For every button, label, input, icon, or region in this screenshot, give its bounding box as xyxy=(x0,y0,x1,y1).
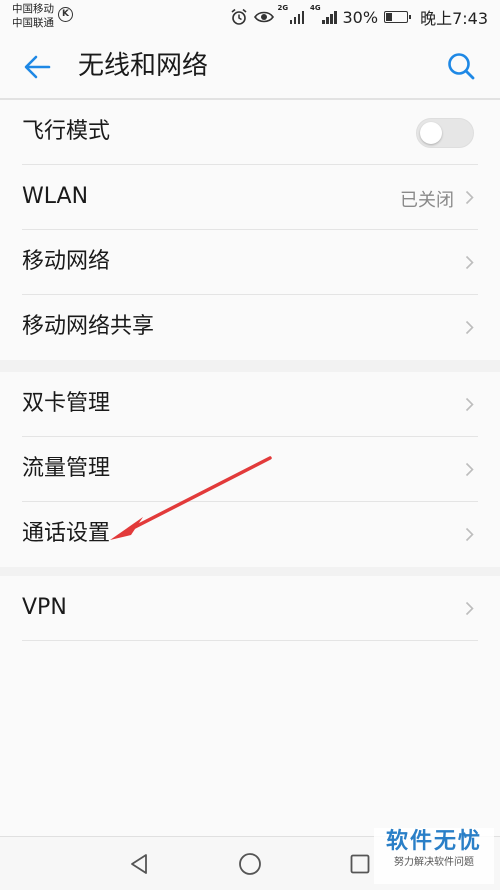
circle-home-icon[interactable] xyxy=(238,852,262,876)
settings-group-2: 双卡管理 流量管理 通话设置 xyxy=(0,372,500,567)
row-mobile-network[interactable]: 移动网络 xyxy=(0,230,500,295)
chevron-right-icon xyxy=(465,320,474,335)
watermark-subtitle: 努力解决软件问题 xyxy=(394,857,474,868)
row-label: 通话设置 xyxy=(22,521,111,546)
carrier-1: 中国移动 xyxy=(12,3,54,15)
chevron-right-icon xyxy=(465,190,474,205)
battery-percent: 30% xyxy=(342,7,379,27)
status-bar: 中国移动 中国联通 K 2G 4G 30% 晚上7:43 xyxy=(0,0,500,34)
wlan-status-value: 已关闭 xyxy=(400,190,454,211)
row-dual-sim[interactable]: 双卡管理 xyxy=(0,372,500,437)
row-label: 流量管理 xyxy=(22,456,111,481)
row-call-settings[interactable]: 通话设置 xyxy=(0,502,500,567)
row-label: VPN xyxy=(22,595,67,620)
signal-2g-icon: 2G xyxy=(278,4,304,24)
row-vpn[interactable]: VPN xyxy=(0,576,500,641)
net-2g-label: 2G xyxy=(277,4,289,12)
row-airplane-mode[interactable]: 飞行模式 xyxy=(0,100,500,165)
square-recent-icon[interactable] xyxy=(350,854,370,874)
row-label: WLAN xyxy=(22,184,89,209)
chevron-right-icon xyxy=(465,397,474,412)
row-label: 移动网络 xyxy=(22,249,111,274)
carrier-info: 中国移动 中国联通 xyxy=(12,2,54,30)
chevron-right-icon xyxy=(465,462,474,477)
row-label: 移动网络共享 xyxy=(22,314,155,339)
row-label: 飞行模式 xyxy=(22,119,111,144)
chevron-right-icon xyxy=(465,255,474,270)
search-icon[interactable] xyxy=(446,51,476,81)
signal-4g-icon: 4G xyxy=(310,4,337,24)
row-data-usage[interactable]: 流量管理 xyxy=(0,437,500,502)
chevron-right-icon xyxy=(465,601,474,616)
toggle-knob xyxy=(420,122,442,144)
airplane-mode-toggle[interactable] xyxy=(416,118,474,148)
row-tethering[interactable]: 移动网络共享 xyxy=(0,295,500,360)
k-badge-icon: K xyxy=(58,7,73,22)
settings-group-3: VPN xyxy=(0,576,500,836)
row-label: 双卡管理 xyxy=(22,391,111,416)
watermark-logo: 软件无忧 努力解决软件问题 xyxy=(374,828,494,884)
divider xyxy=(22,640,478,641)
settings-group-1: 飞行模式 WLAN 已关闭 移动网络 移动网络共享 xyxy=(0,100,500,360)
battery-icon xyxy=(384,11,412,23)
clock: 晚上7:43 xyxy=(420,9,488,28)
eye-icon xyxy=(253,11,274,23)
carrier-2: 中国联通 xyxy=(12,17,54,29)
alarm-icon xyxy=(230,8,247,25)
row-wlan[interactable]: WLAN 已关闭 xyxy=(0,165,500,230)
triangle-back-icon[interactable] xyxy=(128,853,150,875)
chevron-right-icon xyxy=(465,527,474,542)
net-4g-label: 4G xyxy=(310,4,321,12)
watermark-title: 软件无忧 xyxy=(385,829,482,854)
arrow-left-icon[interactable] xyxy=(22,52,52,82)
page-title: 无线和网络 xyxy=(78,51,209,81)
app-bar: 无线和网络 xyxy=(0,34,500,100)
